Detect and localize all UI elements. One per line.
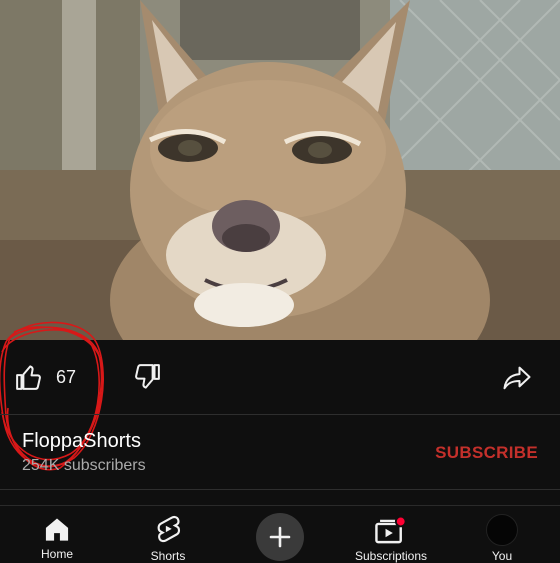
thumbs-down-icon	[135, 364, 160, 389]
nav-home-label: Home	[40, 547, 73, 561]
subscribe-button[interactable]: SUBSCRIBE	[435, 443, 538, 463]
nav-you[interactable]: You	[447, 506, 557, 563]
nav-shorts-label: Shorts	[150, 549, 186, 563]
shorts-icon	[157, 515, 181, 543]
share-button[interactable]	[500, 362, 534, 392]
subscriptions-icon	[375, 515, 407, 544]
nav-subscriptions[interactable]: Subscriptions	[336, 506, 446, 563]
create-button[interactable]	[256, 513, 304, 561]
nav-shorts[interactable]: Shorts	[113, 506, 223, 563]
divider	[0, 489, 560, 490]
dislike-button[interactable]	[132, 362, 162, 392]
thumbs-up-icon	[16, 365, 41, 390]
avatar	[486, 514, 518, 546]
home-icon	[45, 518, 69, 541]
subscriber-count: 254K subscribers	[22, 457, 146, 474]
nav-you-label: You	[491, 549, 513, 563]
plus-icon	[269, 526, 291, 548]
channel-name[interactable]: FloppaShorts	[22, 430, 141, 453]
like-count: 67	[56, 366, 77, 387]
like-button[interactable]: 67	[14, 362, 76, 392]
video-frame-image	[0, 0, 560, 340]
share-arrow-icon	[503, 366, 531, 390]
nav-subscriptions-label: Subscriptions	[354, 549, 428, 563]
channel-row: FloppaShorts 254K subscribers SUBSCRIBE	[0, 415, 560, 489]
video-player[interactable]	[0, 0, 560, 340]
nav-home[interactable]: Home	[2, 506, 112, 561]
action-row: 67	[0, 340, 560, 414]
